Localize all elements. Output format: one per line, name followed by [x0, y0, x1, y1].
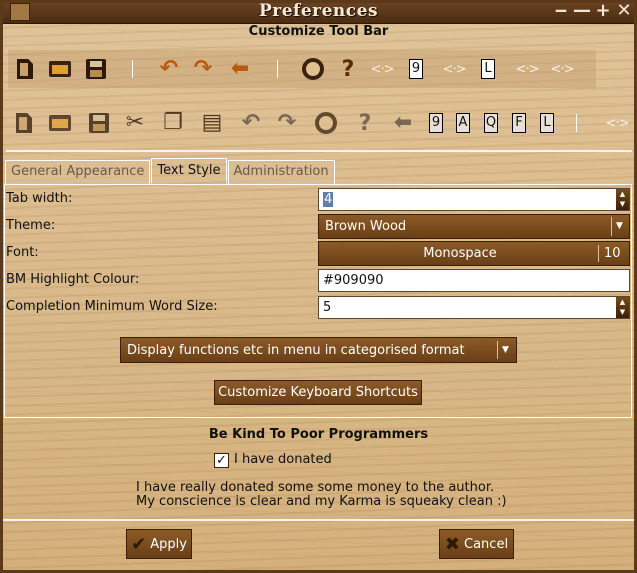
toolbar-separator[interactable] — [576, 114, 577, 132]
tab-width-value: 4 — [323, 192, 334, 207]
theme-label: Theme: — [6, 218, 56, 233]
tab-general-appearance[interactable]: General Appearance — [5, 160, 151, 184]
redo-icon[interactable]: ↷ — [192, 56, 214, 82]
display-format-select[interactable]: Display functions etc in menu in categor… — [120, 337, 517, 363]
link-arrows-icon[interactable]: <·> — [371, 56, 395, 82]
undo-icon[interactable]: ↶ — [240, 110, 262, 136]
toolbar-separator[interactable] — [277, 60, 278, 78]
undo-icon[interactable]: ↶ — [158, 56, 180, 82]
new-document-icon[interactable] — [14, 110, 34, 136]
close-icon[interactable]: ✕ — [615, 1, 633, 21]
letter-item-a[interactable]: A — [455, 110, 471, 136]
bm-highlight-input[interactable]: #909090 — [318, 269, 630, 292]
window-title: Preferences — [258, 1, 379, 21]
link-arrows-icon[interactable]: <·> — [551, 56, 575, 82]
donate-note-line2: My conscience is clear and my Karma is s… — [136, 494, 507, 509]
help-icon[interactable]: ? — [338, 56, 358, 82]
redo-icon[interactable]: ↷ — [276, 110, 298, 136]
check-icon: ✓ — [216, 453, 227, 468]
theme-select[interactable]: Brown Wood ▼ — [318, 214, 630, 239]
maximize-icon[interactable]: + — [594, 1, 612, 21]
font-button[interactable]: Monospace 10 — [318, 241, 630, 266]
link-arrows-icon[interactable]: <·> — [606, 110, 630, 136]
divider — [6, 150, 632, 152]
theme-value: Brown Wood — [325, 219, 407, 234]
chevron-down-icon: ▼ — [611, 217, 627, 236]
spinner-arrows-icon[interactable]: ▲ ▼ — [616, 189, 629, 210]
apply-button[interactable]: ✔ Apply — [126, 529, 192, 559]
font-separator — [598, 245, 599, 262]
link-arrows-icon[interactable]: <·> — [443, 56, 467, 82]
donate-title: Be Kind To Poor Programmers — [208, 427, 429, 442]
cut-scissors-icon[interactable]: ✂ — [124, 110, 146, 136]
completion-value: 5 — [323, 300, 332, 315]
completion-label: Completion Minimum Word Size: — [6, 299, 218, 314]
completion-spinner[interactable]: 5 ▲ ▼ — [318, 296, 630, 319]
help-icon[interactable]: ? — [355, 110, 375, 136]
toolbar-letter-item[interactable]: 9 — [408, 56, 424, 82]
find-icon[interactable] — [314, 110, 338, 136]
apply-label: Apply — [150, 536, 187, 552]
window-controls: ‒ — + ✕ — [552, 1, 633, 21]
donate-note-line1: I have really donated some some money to… — [136, 480, 495, 495]
new-document-icon[interactable] — [14, 56, 36, 82]
tab-width-spinner[interactable]: 4 ▲ ▼ — [318, 188, 630, 211]
bm-highlight-label: BM Highlight Colour: — [6, 272, 140, 287]
title-bar[interactable]: Preferences ‒ — + ✕ — [0, 0, 637, 24]
letter-item-q[interactable]: Q — [483, 110, 499, 136]
font-name: Monospace — [423, 246, 497, 261]
link-arrows-icon[interactable]: <·> — [516, 56, 540, 82]
checkmark-icon: ✔ — [131, 533, 147, 555]
available-toolbar-items[interactable]: ✂ ❐ ▤ ↶ ↷ ? ⬅ 9 A Q F L <·> — [6, 104, 630, 142]
letter-item-f[interactable]: F — [511, 110, 527, 136]
minimize-icon[interactable]: ‒ — [552, 1, 570, 21]
spinner-arrows-icon[interactable]: ▲ ▼ — [616, 297, 629, 318]
preferences-window: Preferences ‒ — + ✕ Customize Tool Bar ↶… — [0, 0, 637, 573]
save-disk-icon[interactable] — [85, 56, 107, 82]
donated-checkbox[interactable]: ✓ — [214, 453, 229, 468]
donated-checkbox-label[interactable]: I have donated — [234, 452, 332, 467]
letter-item-l[interactable]: L — [539, 110, 555, 136]
tab-bar: General Appearance Text Style Administra… — [5, 158, 336, 184]
shade-icon[interactable]: — — [573, 1, 591, 21]
copy-icon[interactable]: ❐ — [162, 110, 184, 136]
letter-item-9[interactable]: 9 — [428, 110, 444, 136]
back-arrow-icon[interactable]: ⬅ — [392, 110, 414, 136]
open-folder-icon[interactable] — [48, 110, 72, 136]
toolbar-letter-item[interactable]: L — [480, 56, 496, 82]
paste-icon[interactable]: ▤ — [201, 110, 223, 136]
tab-administration[interactable]: Administration — [227, 160, 335, 184]
cancel-label: Cancel — [464, 536, 509, 552]
font-label: Font: — [6, 245, 39, 260]
tab-text-style[interactable]: Text Style — [151, 158, 227, 183]
save-disk-icon[interactable] — [88, 110, 110, 136]
display-format-value: Display functions etc in menu in categor… — [127, 343, 465, 358]
footer-divider — [0, 519, 637, 521]
customize-shortcuts-button[interactable]: Customize Keyboard Shortcuts — [214, 380, 422, 405]
toolbar-separator[interactable] — [132, 60, 133, 78]
font-size: 10 — [604, 246, 621, 261]
chevron-down-icon: ▼ — [497, 341, 513, 359]
toolbar-section-title: Customize Tool Bar — [248, 24, 389, 39]
open-folder-icon[interactable] — [48, 56, 72, 82]
cancel-x-icon: ✖ — [444, 533, 461, 555]
find-icon[interactable] — [301, 56, 325, 82]
current-toolbar[interactable]: ↶ ↷ ⬅ ? <·> 9 <·> L <·> <·> — [8, 50, 596, 88]
cancel-button[interactable]: ✖ Cancel — [439, 529, 514, 559]
back-arrow-icon[interactable]: ⬅ — [229, 56, 251, 82]
tab-width-label: Tab width: — [6, 191, 73, 206]
